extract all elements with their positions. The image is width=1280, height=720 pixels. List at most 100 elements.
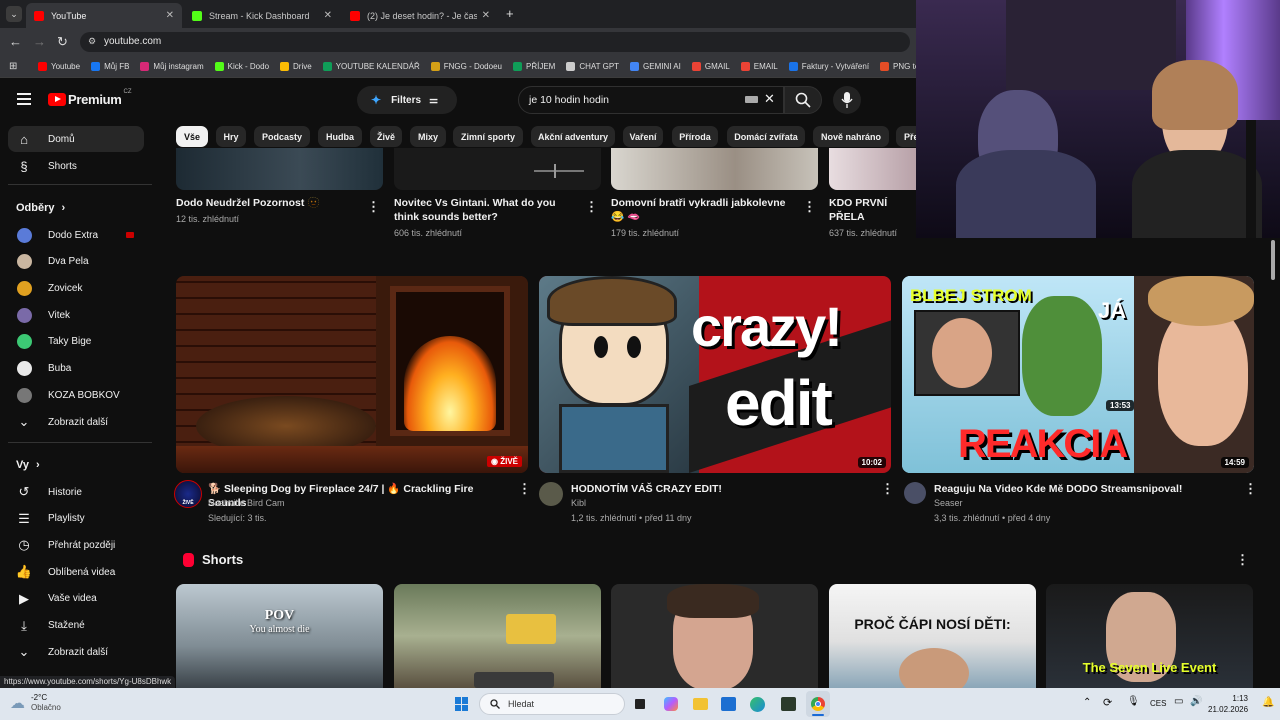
more-actions-icon[interactable]: ⋮ bbox=[1244, 482, 1257, 495]
bookmark-item[interactable]: Youtube bbox=[38, 62, 80, 71]
keyboard-icon[interactable] bbox=[745, 96, 758, 103]
search-box[interactable]: je 10 hodin hodin ✕ bbox=[518, 86, 784, 114]
sidebar-sub-2[interactable]: Zovicek bbox=[0, 275, 150, 301]
chrome-icon[interactable] bbox=[806, 691, 830, 717]
site-info-icon[interactable]: ⚙ bbox=[88, 36, 96, 47]
short-thumbnail[interactable]: PROČ ČÁPI NOSÍ DĚTI: bbox=[829, 584, 1036, 688]
back-icon[interactable]: ← bbox=[9, 35, 22, 49]
sidebar-item-1[interactable]: § Shorts bbox=[0, 153, 150, 179]
sidebar-sub-6[interactable]: KOZA BOBKOV bbox=[0, 382, 150, 408]
more-actions-icon[interactable]: ⋮ bbox=[367, 200, 380, 213]
close-icon[interactable]: ✕ bbox=[166, 10, 174, 21]
tab-search-button[interactable]: ⌄ bbox=[6, 6, 22, 22]
page-scrollbar[interactable] bbox=[1271, 240, 1275, 280]
new-tab-button[interactable]: + bbox=[506, 6, 514, 21]
bookmark-item[interactable]: Faktury - Vytváření bbox=[788, 62, 869, 71]
copilot-icon[interactable] bbox=[664, 697, 678, 711]
url-field[interactable]: ⚙ youtube.com bbox=[80, 32, 910, 52]
tray-monitor-icon[interactable]: ▭ bbox=[1174, 696, 1183, 707]
more-actions-icon[interactable]: ⋮ bbox=[585, 200, 598, 213]
chip-0[interactable]: Vše bbox=[176, 126, 208, 147]
chip-7[interactable]: Akční adventury bbox=[531, 126, 615, 147]
language-indicator[interactable]: CES bbox=[1150, 699, 1166, 708]
video-thumbnail[interactable] bbox=[394, 148, 601, 190]
tab-youtube-video[interactable]: (2) Je deset hodin? - Je čas na p ✕ bbox=[342, 3, 498, 28]
taskbar-search[interactable]: Hledat bbox=[479, 693, 625, 715]
more-actions-icon[interactable]: ⋮ bbox=[518, 482, 531, 495]
terminal-icon[interactable] bbox=[781, 697, 796, 711]
bookmark-item[interactable]: Můj FB bbox=[91, 62, 129, 71]
apps-grid-icon[interactable]: ⊞ bbox=[9, 61, 17, 72]
chip-9[interactable]: Příroda bbox=[672, 126, 718, 147]
video-title[interactable]: HODNOTÍM VÁŠ CRAZY EDIT! bbox=[571, 482, 871, 496]
chip-10[interactable]: Domácí zvířata bbox=[727, 126, 805, 147]
you-heading[interactable]: Vy › bbox=[16, 459, 40, 471]
search-button[interactable] bbox=[784, 86, 822, 114]
edge-icon[interactable] bbox=[750, 697, 765, 712]
chip-8[interactable]: Vaření bbox=[623, 126, 663, 147]
sidebar-you-6[interactable]: ⌄ Zobrazit další bbox=[0, 639, 150, 665]
chip-6[interactable]: Zimní sporty bbox=[453, 126, 523, 147]
sidebar-you-4[interactable]: ▶ Vaše videa bbox=[0, 586, 150, 612]
close-icon[interactable]: ✕ bbox=[324, 10, 332, 21]
menu-icon[interactable] bbox=[17, 93, 31, 105]
video-title[interactable]: KDO PRVNÍ PŘELA PROHRÁVÁ! bbox=[829, 196, 915, 224]
notification-icon[interactable]: 🔔 bbox=[1262, 697, 1274, 708]
sidebar-sub-5[interactable]: Buba bbox=[0, 356, 150, 382]
bookmark-item[interactable]: CHAT GPT bbox=[566, 62, 619, 71]
more-actions-icon[interactable]: ⋮ bbox=[803, 200, 816, 213]
more-actions-icon[interactable]: ⋮ bbox=[1236, 553, 1249, 566]
clock[interactable]: 1:13 21.02.2026 bbox=[1208, 693, 1248, 715]
outlook-icon[interactable] bbox=[721, 697, 736, 711]
bookmark-item[interactable]: GMAIL bbox=[691, 62, 730, 71]
reload-icon[interactable]: ↻ bbox=[57, 35, 68, 49]
youtube-logo[interactable]: Premium CZ bbox=[48, 89, 132, 107]
tab-kick-dashboard[interactable]: Stream - Kick Dashboard ✕ bbox=[184, 3, 340, 28]
filters-button[interactable]: ✦ Filters ⚌ bbox=[357, 86, 457, 114]
short-thumbnail[interactable] bbox=[394, 584, 601, 688]
video-thumbnail[interactable]: BLBEJ STROM JÁ REAKCIA 13:53 14:59 bbox=[902, 276, 1254, 473]
file-explorer-icon[interactable] bbox=[693, 698, 708, 710]
bookmark-item[interactable]: Kick - Dodo bbox=[214, 62, 269, 71]
chip-1[interactable]: Hry bbox=[216, 126, 246, 147]
chip-2[interactable]: Podcasty bbox=[254, 126, 310, 147]
short-thumbnail[interactable] bbox=[611, 584, 818, 688]
short-thumbnail[interactable]: The Seven Live Event bbox=[1046, 584, 1253, 688]
sidebar-you-3[interactable]: 👍 Oblíbená videa bbox=[0, 559, 150, 585]
chip-3[interactable]: Hudba bbox=[318, 126, 362, 147]
sidebar-item-0[interactable]: ⌂ Domů bbox=[8, 126, 144, 152]
video-title[interactable]: Novitec Vs Gintani. What do you think so… bbox=[394, 196, 580, 224]
video-thumbnail[interactable] bbox=[611, 148, 818, 190]
channel-avatar[interactable] bbox=[539, 482, 563, 506]
tab-youtube[interactable]: YouTube ✕ bbox=[26, 3, 182, 28]
tray-overflow-icon[interactable]: ⌃ bbox=[1083, 697, 1091, 708]
sidebar-sub-4[interactable]: Taky Bige bbox=[0, 329, 150, 355]
sidebar-you-1[interactable]: ☰ Playlisty bbox=[0, 506, 150, 532]
short-thumbnail[interactable]: POV You almost die bbox=[176, 584, 383, 688]
show-more-subs-button[interactable]: ⌄ Zobrazit další bbox=[0, 409, 150, 435]
more-actions-icon[interactable]: ⋮ bbox=[881, 482, 894, 495]
video-title[interactable]: Domovní bratři vykradli jabkolevne😂 🫦 bbox=[611, 196, 797, 224]
search-input[interactable]: je 10 hodin hodin bbox=[529, 94, 609, 106]
video-thumbnail[interactable]: crazy! edit 10:02 bbox=[539, 276, 891, 473]
video-title[interactable]: Reaguju Na Video Kde Mě DODO Streamsnipo… bbox=[934, 482, 1234, 496]
voice-search-button[interactable] bbox=[833, 86, 861, 114]
bookmark-item[interactable]: YOUTUBE KALENDÁŘ bbox=[322, 62, 420, 71]
sidebar-sub-0[interactable]: Dodo Extra bbox=[0, 222, 150, 248]
video-thumbnail[interactable] bbox=[176, 148, 383, 190]
volume-icon[interactable]: 🔊 bbox=[1190, 696, 1202, 707]
video-title[interactable]: Dodo Neudržel Pozornost 🫥 bbox=[176, 196, 356, 210]
taskview-icon[interactable] bbox=[635, 699, 645, 709]
chip-12[interactable]: Pře bbox=[896, 126, 916, 147]
bookmark-item[interactable]: PŘÍJEM bbox=[512, 62, 555, 71]
subscriptions-heading[interactable]: Odběry › bbox=[16, 202, 65, 214]
close-icon[interactable]: ✕ bbox=[482, 10, 490, 21]
video-thumbnail[interactable]: ◉ ŽIVĚ bbox=[176, 276, 528, 473]
tray-sync-icon[interactable]: ⟳ bbox=[1103, 696, 1112, 709]
bookmark-item[interactable]: EMAIL bbox=[740, 62, 778, 71]
bookmark-item[interactable]: Drive bbox=[280, 62, 312, 71]
channel-avatar[interactable] bbox=[904, 482, 926, 504]
tray-mic-icon[interactable]: 🎙 bbox=[1127, 696, 1140, 707]
sidebar-you-2[interactable]: ◷ Přehrát později bbox=[0, 532, 150, 558]
channel-name[interactable]: Nashville Bird Cam bbox=[208, 496, 285, 511]
